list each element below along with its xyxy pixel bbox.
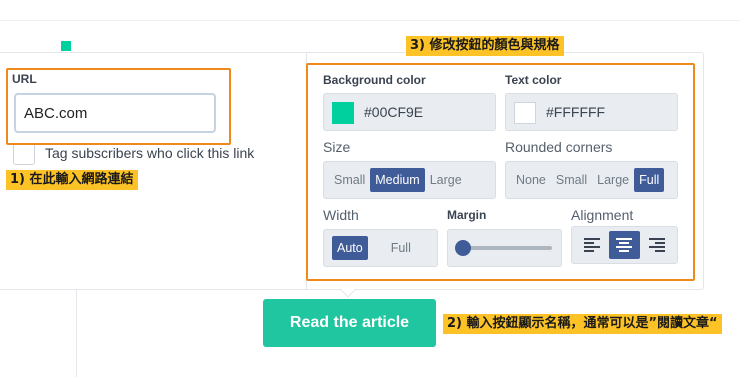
margin-slider-thumb[interactable] — [455, 240, 471, 256]
rounded-corners-label: Rounded corners — [505, 139, 613, 155]
size-option-large[interactable]: Large — [425, 168, 467, 192]
tag-subscribers-label: Tag subscribers who click this link — [45, 145, 255, 161]
width-label: Width — [323, 207, 359, 223]
alignment-label: Alignment — [571, 207, 634, 223]
background-color-field[interactable]: #00CF9E — [323, 93, 496, 131]
align-right-icon[interactable] — [642, 231, 672, 259]
text-color-field[interactable]: #FFFFFF — [505, 93, 678, 131]
background-color-swatch[interactable] — [332, 102, 354, 124]
background-divider — [76, 288, 77, 377]
annotation-box-url — [6, 68, 231, 145]
width-segmented-control: Auto Full — [323, 229, 438, 267]
annotation-label-style: 3) 修改按鈕的顏色與規格 — [406, 36, 564, 56]
background-color-label: Background color — [323, 73, 426, 87]
text-color-swatch[interactable] — [514, 102, 536, 124]
text-color-value: #FFFFFF — [546, 104, 606, 120]
corners-option-large[interactable]: Large — [592, 168, 634, 192]
size-label: Size — [323, 139, 351, 155]
align-center-icon[interactable] — [609, 231, 640, 259]
width-option-auto[interactable]: Auto — [332, 236, 368, 260]
margin-slider-track[interactable] — [458, 246, 552, 250]
tag-subscribers-checkbox[interactable] — [13, 143, 35, 165]
size-segmented-control: Small Medium Large — [323, 161, 496, 199]
corners-option-none[interactable]: None — [511, 168, 551, 192]
text-color-label: Text color — [505, 73, 562, 87]
annotation-label-url: 1) 在此輸入網路連結 — [6, 170, 138, 190]
read-the-article-button[interactable]: Read the article — [263, 299, 436, 347]
corners-option-small[interactable]: Small — [551, 168, 592, 192]
alignment-segmented-control — [571, 226, 678, 264]
align-left-icon[interactable] — [577, 231, 607, 259]
size-option-medium[interactable]: Medium — [370, 168, 425, 192]
background-divider — [0, 20, 740, 21]
annotation-label-button: 2) 輸入按鈕顯示名稱，通常可以是”閱讀文章“ — [443, 314, 722, 334]
background-color-value: #00CF9E — [364, 104, 424, 120]
rounded-corners-segmented-control: None Small Large Full — [505, 161, 678, 199]
size-option-small[interactable]: Small — [329, 168, 370, 192]
margin-label: Margin — [447, 208, 487, 222]
corners-option-full[interactable]: Full — [634, 168, 665, 192]
button-block-marker — [61, 41, 71, 51]
width-option-full[interactable]: Full — [386, 236, 416, 260]
